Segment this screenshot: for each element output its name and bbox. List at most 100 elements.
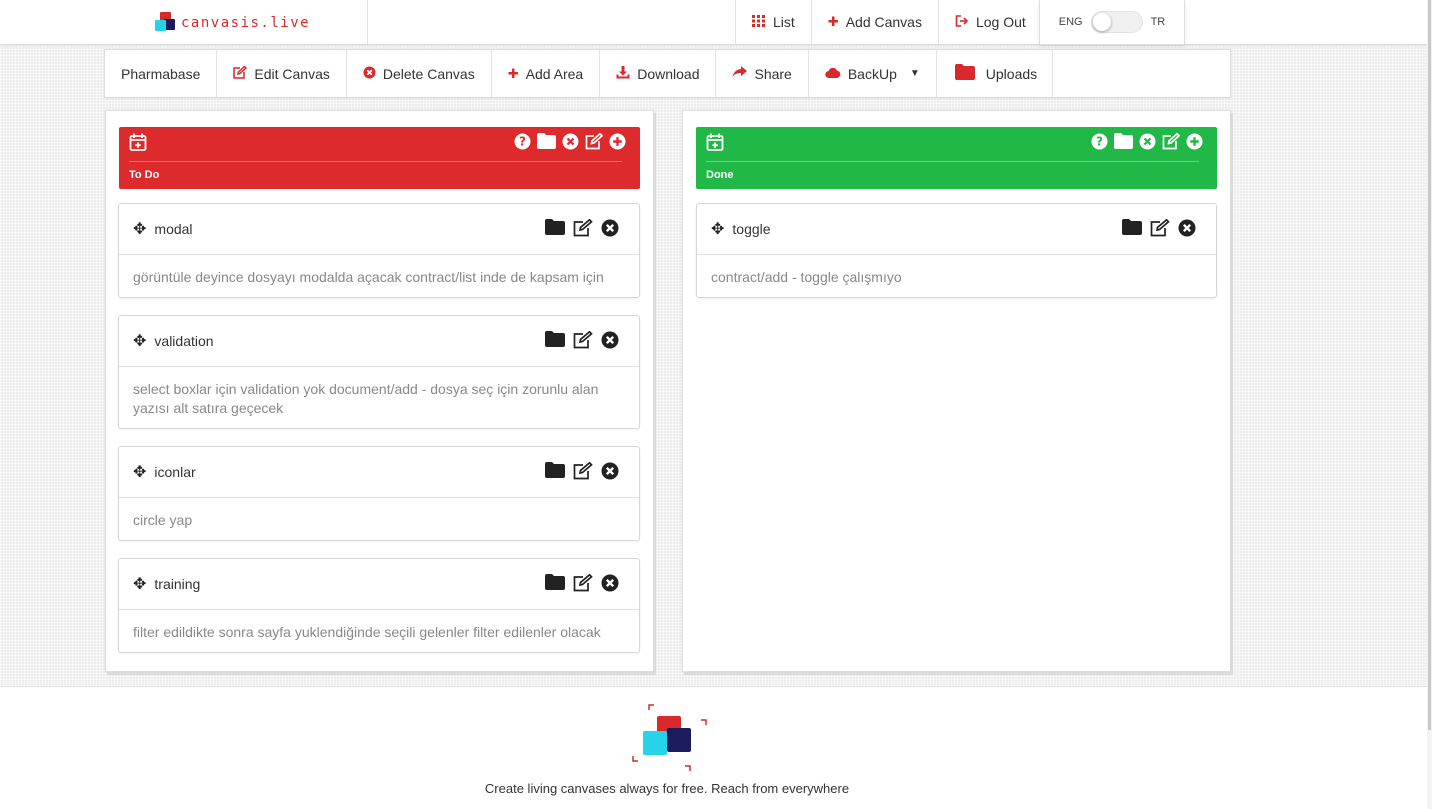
move-icon[interactable]: ✥ [133, 462, 146, 482]
canvas-name: Pharmabase [105, 50, 218, 97]
delete-canvas-button[interactable]: Delete Canvas [347, 50, 492, 97]
canvas-toolbar: Pharmabase Edit Canvas Delete Canvas ✚ A… [104, 49, 1231, 98]
add-area-label: Add Area [525, 65, 584, 82]
delete-canvas-label: Delete Canvas [382, 65, 475, 82]
close-circle-icon[interactable] [562, 133, 579, 150]
edit-icon[interactable] [573, 331, 593, 349]
backup-dropdown[interactable]: BackUp ▼ [809, 50, 937, 97]
card-description: select boxlar için validation yok docume… [133, 381, 599, 416]
nav-logout-link[interactable]: Log Out [937, 0, 1042, 44]
nav-add-canvas-label: Add Canvas [845, 14, 922, 30]
brand-logo[interactable]: canvasis.live [153, 10, 310, 36]
task-card[interactable]: ✥ validation select boxlar için validati… [118, 315, 640, 429]
card-tools [545, 331, 619, 349]
edit-icon[interactable] [1162, 133, 1180, 150]
edit-icon[interactable] [585, 133, 603, 150]
folder-icon[interactable] [1114, 133, 1133, 149]
folder-icon[interactable] [545, 331, 565, 347]
move-icon[interactable]: ✥ [133, 574, 146, 594]
nav-list-label: List [773, 14, 795, 30]
folder-icon[interactable] [537, 133, 556, 149]
column-todo: ? To Do ✥ modal görüntüle deyince dosyay… [105, 110, 654, 672]
folder-icon[interactable] [1122, 219, 1142, 235]
edit-icon [233, 64, 248, 82]
edit-icon[interactable] [573, 219, 593, 237]
backup-label: BackUp [847, 65, 897, 82]
edit-canvas-button[interactable]: Edit Canvas [217, 50, 347, 97]
add-circle-icon[interactable] [609, 133, 626, 150]
help-icon[interactable]: ? [514, 133, 531, 150]
scrollbar-thumb[interactable] [1428, 0, 1431, 730]
move-icon[interactable]: ✥ [133, 331, 146, 351]
card-header: ✥ validation [119, 316, 639, 367]
card-description: filter edildikte sonra sayfa yuklendiğin… [133, 624, 601, 640]
nav-list-link[interactable]: List [735, 0, 811, 44]
switch-knob [1092, 13, 1111, 31]
card-header: ✥ modal [119, 204, 639, 255]
task-card[interactable]: ✥ iconlar circle yap [118, 446, 640, 541]
task-card[interactable]: ✥ toggle contract/add - toggle çalışmıyo [696, 203, 1217, 298]
header-divider [706, 161, 1199, 162]
plus-icon: ✚ [827, 14, 839, 29]
column-title: Done [706, 169, 734, 181]
card-title: training [154, 576, 201, 592]
edit-canvas-label: Edit Canvas [254, 65, 330, 82]
uploads-button[interactable]: Uploads [937, 50, 1054, 97]
column-header-done: ? Done [696, 127, 1217, 189]
calendar-plus-icon [129, 133, 147, 156]
close-circle-icon[interactable] [601, 331, 619, 349]
top-navbar: canvasis.live List ✚ Add Canvas Log Out [0, 0, 1427, 45]
edit-icon[interactable] [1150, 219, 1170, 237]
task-card[interactable]: ✥ modal görüntüle deyince dosyayı modald… [118, 203, 640, 298]
nav-add-canvas-link[interactable]: ✚ Add Canvas [810, 0, 938, 44]
close-circle-icon[interactable] [601, 462, 619, 480]
language-switch[interactable] [1090, 11, 1143, 33]
edit-icon[interactable] [573, 574, 593, 592]
svg-text:?: ? [519, 135, 526, 149]
card-title: iconlar [154, 464, 196, 480]
caret-down-icon: ▼ [909, 68, 920, 79]
close-circle-icon[interactable] [1139, 133, 1156, 150]
close-circle-icon[interactable] [601, 574, 619, 592]
card-title: toggle [732, 221, 771, 237]
lang-tr-label: TR [1150, 16, 1166, 28]
share-button[interactable]: Share [716, 50, 809, 97]
card-title: modal [154, 221, 193, 237]
column-title: To Do [129, 169, 160, 181]
list-icon [752, 14, 766, 30]
download-label: Download [637, 65, 700, 82]
download-button[interactable]: Download [600, 50, 717, 97]
card-description: görüntüle deyince dosyayı modalda açacak… [133, 269, 604, 285]
column-done: ? Done ✥ toggle contract/add - toggle ça… [682, 110, 1231, 672]
top-nav: List ✚ Add Canvas Log Out [735, 0, 1042, 44]
close-circle-icon[interactable] [1178, 219, 1196, 237]
card-description: circle yap [133, 512, 193, 528]
move-icon[interactable]: ✥ [133, 219, 146, 239]
folder-icon [954, 64, 975, 83]
footer-logo-icon [632, 704, 707, 771]
canvas-name-label: Pharmabase [121, 65, 201, 82]
add-circle-icon[interactable] [1186, 133, 1203, 150]
task-card[interactable]: ✥ training filter edildikte sonra sayfa … [118, 558, 640, 653]
close-circle-icon[interactable] [601, 219, 619, 237]
card-title: validation [154, 333, 214, 349]
navbar-divider [367, 0, 368, 44]
help-icon[interactable]: ? [1091, 133, 1108, 150]
card-tools [545, 462, 619, 480]
plus-icon: ✚ [507, 65, 519, 81]
column-tools: ? [514, 133, 626, 150]
add-area-button[interactable]: ✚ Add Area [492, 50, 601, 97]
share-icon [732, 66, 748, 81]
footer-tagline: Create living canvases always for free. … [484, 781, 850, 796]
column-tools: ? [1091, 133, 1203, 150]
page-footer: Create living canvases always for free. … [0, 686, 1427, 809]
folder-icon[interactable] [545, 462, 565, 478]
move-icon[interactable]: ✥ [711, 219, 724, 239]
edit-icon[interactable] [573, 462, 593, 480]
language-toggle: ENG TR [1039, 0, 1185, 45]
folder-icon[interactable] [545, 219, 565, 235]
header-divider [129, 161, 622, 162]
svg-text:?: ? [1096, 135, 1103, 149]
folder-icon[interactable] [545, 574, 565, 590]
cloud-icon [825, 66, 841, 81]
